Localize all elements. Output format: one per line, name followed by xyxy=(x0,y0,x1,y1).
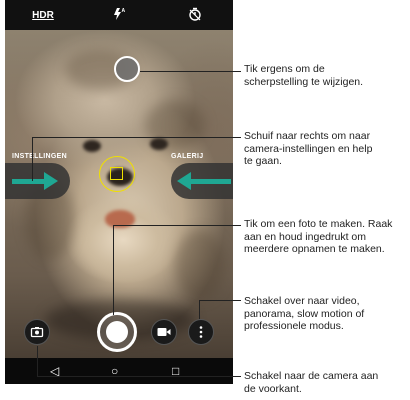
switch-camera-icon xyxy=(30,327,44,338)
settings-label: INSTELLINGEN xyxy=(12,153,67,160)
focus-callout: Tik ergens om de scherpstelling te wijzi… xyxy=(244,63,364,88)
gallery-label: GALERIJ xyxy=(171,153,204,160)
subject-eye xyxy=(150,138,168,150)
switch-camera-button[interactable] xyxy=(24,319,50,345)
photo-leader-horizontal xyxy=(113,225,241,227)
hdr-toggle[interactable]: HDR xyxy=(28,10,58,21)
front-camera-callout: Schakel naar de camera aan de voorkant. xyxy=(244,370,379,395)
front-camera-leader-horizontal xyxy=(37,376,241,378)
modes-leader-horizontal xyxy=(199,300,241,302)
shutter-icon xyxy=(106,321,128,343)
settings-leader-vertical xyxy=(32,137,34,181)
more-vertical-icon xyxy=(199,326,203,338)
svg-text:A: A xyxy=(122,8,126,14)
gallery-drawer-handle[interactable] xyxy=(171,163,233,199)
hdr-label: HDR xyxy=(32,9,54,21)
face-detection-box xyxy=(99,156,135,192)
focus-indicator[interactable] xyxy=(114,56,140,82)
shutter-button[interactable] xyxy=(97,312,137,352)
settings-leader-horizontal xyxy=(32,137,241,139)
system-nav-bar: ◁ ○ □ xyxy=(5,358,233,384)
arrow-right-icon xyxy=(44,172,58,190)
flash-auto-icon[interactable]: A xyxy=(104,7,134,24)
camera-top-bar: HDR A xyxy=(5,0,233,30)
video-icon xyxy=(157,328,171,336)
settings-drawer-handle[interactable] xyxy=(5,163,70,199)
subject-eye xyxy=(83,140,101,152)
photo-callout: Tik om een foto te maken. Raak aan en ho… xyxy=(244,218,393,255)
timer-icon[interactable] xyxy=(180,7,210,24)
modes-leader-vertical xyxy=(199,300,201,319)
face-detection-inner xyxy=(110,167,123,180)
more-modes-button[interactable] xyxy=(188,319,214,345)
focus-leader-line xyxy=(140,71,241,73)
front-camera-leader-vertical xyxy=(37,346,39,376)
modes-callout: Schakel over naar video, panorama, slow … xyxy=(244,295,365,332)
photo-leader-vertical xyxy=(113,225,115,315)
camera-screen: HDR A INSTELLINGEN GALERIJ ◁ ○ □ xyxy=(5,0,233,384)
video-mode-button[interactable] xyxy=(151,319,177,345)
settings-callout: Schuif naar rechts om naar camera-instel… xyxy=(244,130,373,167)
